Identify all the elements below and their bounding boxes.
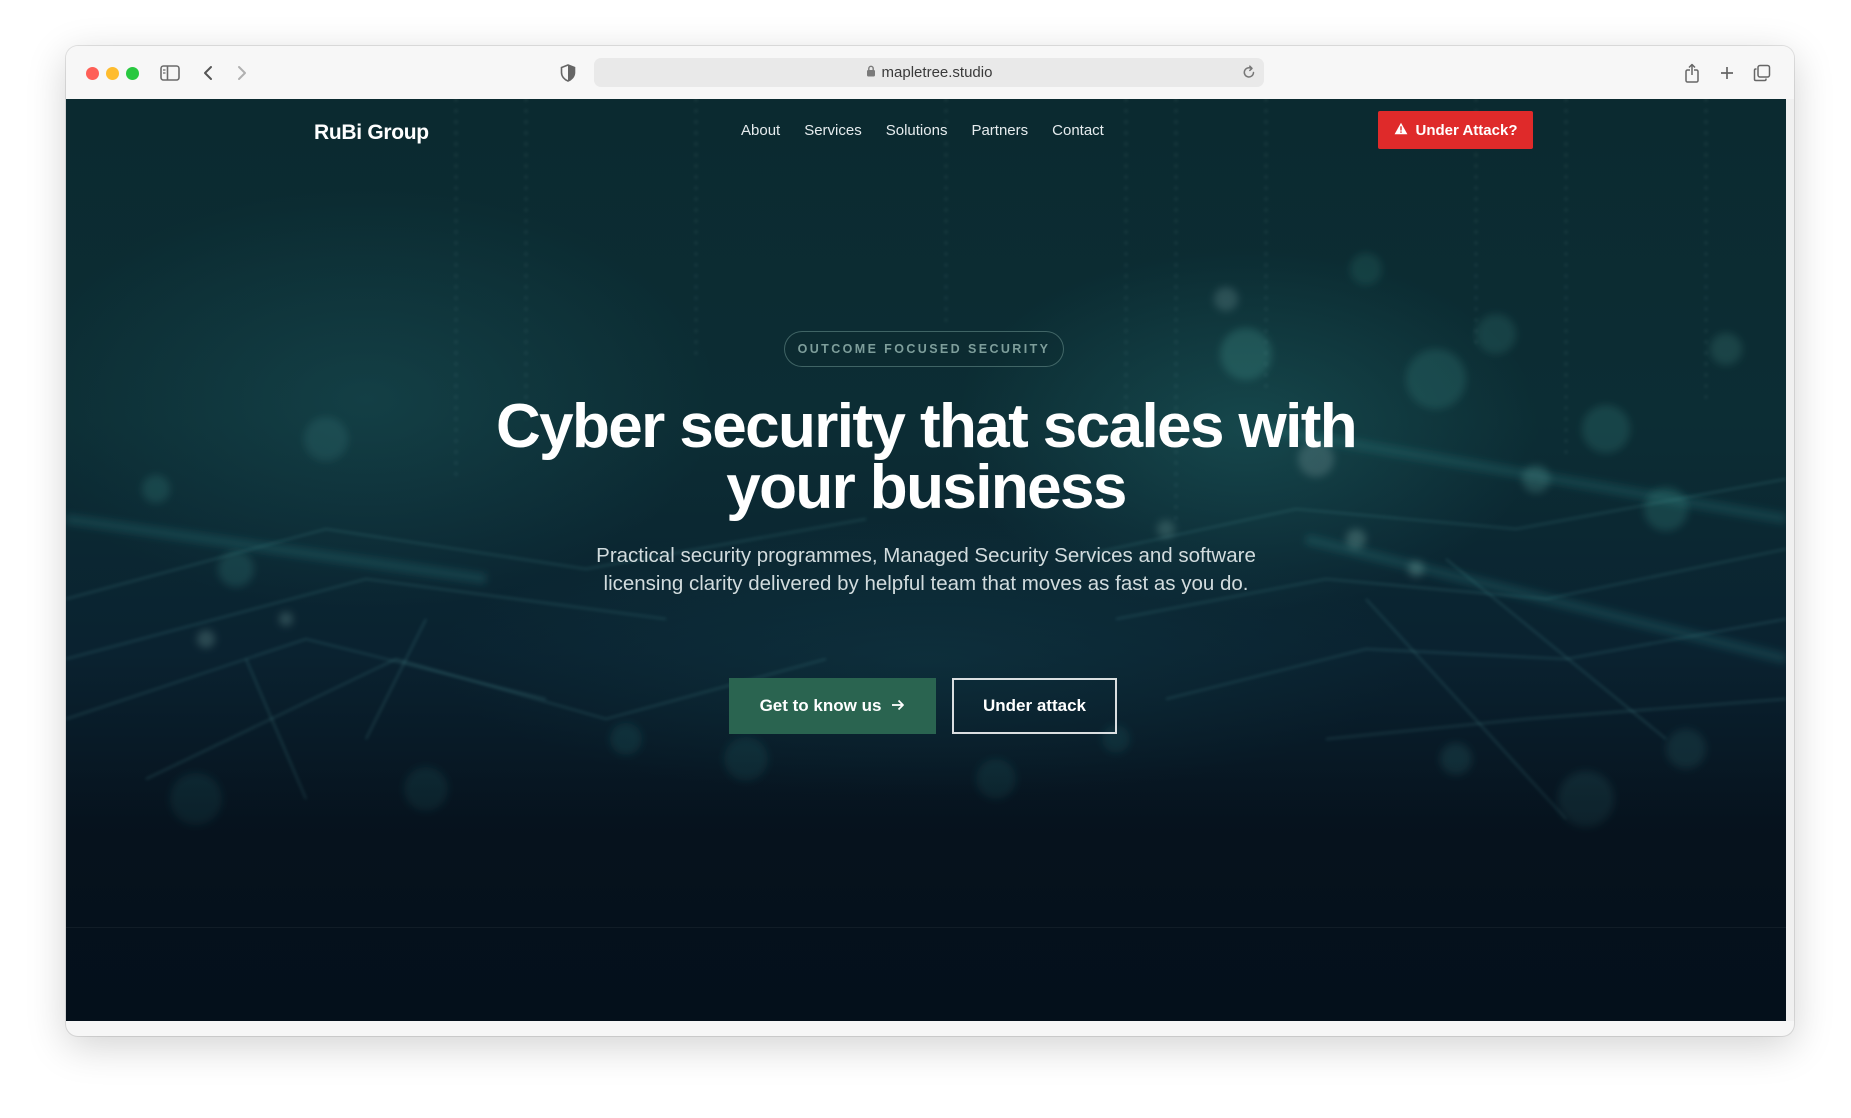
new-tab-icon[interactable] bbox=[1715, 61, 1739, 85]
nav-link-partners[interactable]: Partners bbox=[971, 121, 1028, 141]
close-window-button[interactable] bbox=[86, 67, 99, 80]
nav-link-solutions[interactable]: Solutions bbox=[886, 121, 948, 141]
main-nav: About Services Solutions Partners Contac… bbox=[741, 121, 1128, 141]
forward-icon[interactable] bbox=[230, 61, 254, 85]
under-attack-nav-button[interactable]: Under Attack? bbox=[1378, 111, 1533, 149]
get-to-know-us-button[interactable]: Get to know us bbox=[729, 678, 936, 734]
hero-subheading-line2: licensing clarity delivered by helpful t… bbox=[603, 572, 1249, 595]
back-icon[interactable] bbox=[196, 61, 220, 85]
reload-icon[interactable] bbox=[1242, 64, 1256, 84]
hero-headline-line2: your business bbox=[726, 453, 1127, 522]
url-text: mapletree.studio bbox=[881, 64, 993, 81]
hero-section: RuBi Group About Services Solutions Part… bbox=[66, 99, 1786, 1021]
browser-window: mapletree.studio RuBi Group About Servic… bbox=[66, 46, 1794, 1036]
address-bar[interactable]: mapletree.studio bbox=[594, 58, 1264, 87]
zoom-window-button[interactable] bbox=[126, 67, 139, 80]
site-logo[interactable]: RuBi Group bbox=[314, 121, 429, 145]
nav-link-about[interactable]: About bbox=[741, 121, 780, 141]
get-to-know-us-label: Get to know us bbox=[759, 696, 882, 715]
warning-icon bbox=[1394, 122, 1408, 139]
hero-headline-line1: Cyber security that scales with bbox=[495, 392, 1358, 461]
tab-overview-icon[interactable] bbox=[1750, 61, 1774, 85]
hero-badge: OUTCOME FOCUSED SECURITY bbox=[784, 331, 1064, 367]
privacy-shield-icon[interactable] bbox=[556, 61, 580, 85]
section-divider bbox=[66, 927, 1786, 928]
sidebar-toggle-icon[interactable] bbox=[158, 61, 182, 85]
page-scroll-gutter bbox=[1786, 99, 1794, 1021]
nav-link-services[interactable]: Services bbox=[804, 121, 862, 141]
share-icon[interactable] bbox=[1680, 61, 1704, 85]
hero-subheading: Practical security programmes, Managed S… bbox=[576, 542, 1276, 598]
under-attack-hero-button[interactable]: Under attack bbox=[952, 678, 1117, 734]
arrow-right-icon bbox=[891, 696, 905, 716]
nav-link-contact[interactable]: Contact bbox=[1052, 121, 1104, 141]
hero-subheading-line1: Practical security programmes, Managed S… bbox=[596, 544, 1256, 567]
browser-toolbar: mapletree.studio bbox=[66, 46, 1794, 100]
under-attack-nav-label: Under Attack? bbox=[1415, 121, 1518, 139]
lock-icon bbox=[866, 64, 876, 81]
minimize-window-button[interactable] bbox=[106, 67, 119, 80]
hero-headline: Cyber security that scales with your bus… bbox=[426, 392, 1426, 522]
